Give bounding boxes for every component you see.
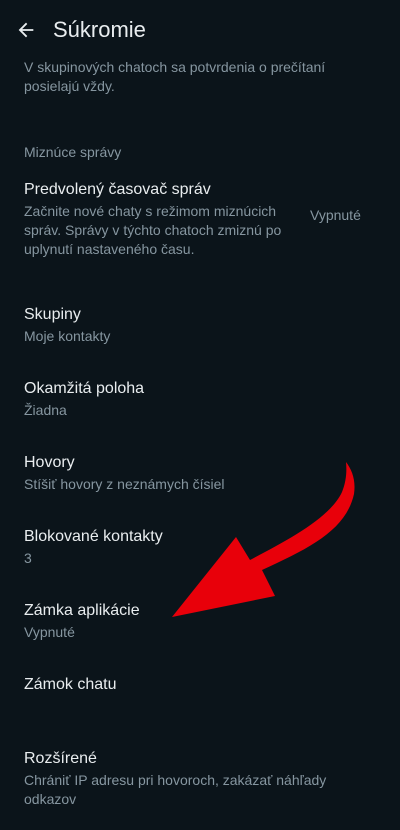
read-receipts-note: V skupinových chatoch sa potvrdenia o pr…	[24, 59, 326, 94]
default-message-timer-value: Vypnuté	[310, 207, 361, 223]
default-message-timer-title: Predvolený časovač správ	[24, 181, 211, 198]
groups-subtitle: Moje kontakty	[24, 328, 111, 344]
blocked-contacts-title: Blokované kontakty	[24, 528, 163, 545]
default-message-timer-description: Začnite nové chaty s režimom miznúcich s…	[24, 203, 282, 257]
advanced-item[interactable]: Rozšírené Chrániť IP adresu pri hovoroch…	[0, 748, 400, 808]
chat-lock-item[interactable]: Zámok chatu	[0, 674, 400, 704]
groups-item[interactable]: Skupiny Moje kontakty	[0, 304, 400, 352]
calls-title: Hovory	[24, 454, 75, 471]
app-lock-subtitle: Vypnuté	[24, 624, 75, 640]
app-lock-title: Zámka aplikácie	[24, 602, 140, 619]
default-message-timer-item[interactable]: Predvolený časovač správ Začnite nové ch…	[0, 179, 400, 259]
page-title: Súkromie	[53, 17, 146, 42]
live-location-subtitle: Žiadna	[24, 402, 67, 418]
arrow-left-icon	[18, 22, 34, 38]
app-lock-item[interactable]: Zámka aplikácie Vypnuté	[0, 600, 400, 648]
calls-item[interactable]: Hovory Stíšiť hovory z neznámych čísiel	[0, 452, 400, 500]
blocked-contacts-count: 3	[24, 550, 32, 566]
chat-lock-title: Zámok chatu	[24, 676, 117, 693]
calls-subtitle: Stíšiť hovory z neznámych čísiel	[24, 476, 225, 492]
live-location-title: Okamžitá poloha	[24, 380, 145, 397]
advanced-subtitle: Chrániť IP adresu pri hovoroch, zakázať …	[24, 772, 327, 807]
section-header-disappearing-messages: Miznúce správy	[24, 144, 122, 160]
live-location-item[interactable]: Okamžitá poloha Žiadna	[0, 378, 400, 426]
groups-title: Skupiny	[24, 306, 81, 323]
blocked-contacts-item[interactable]: Blokované kontakty 3	[0, 526, 400, 574]
top-app-bar: Súkromie	[0, 0, 400, 60]
back-button[interactable]	[12, 16, 40, 44]
advanced-title: Rozšírené	[24, 750, 97, 767]
